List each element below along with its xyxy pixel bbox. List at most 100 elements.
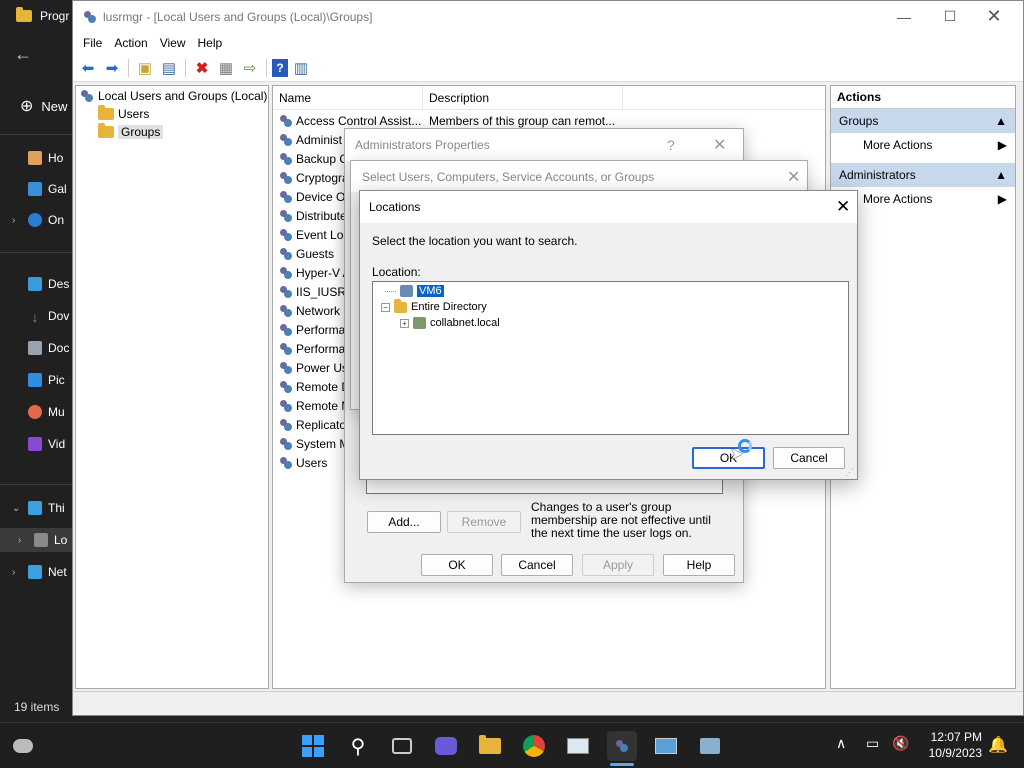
cancel-button[interactable]: Cancel	[501, 554, 573, 576]
group-icon	[279, 209, 293, 223]
group-name: Access Control Assist...	[296, 113, 422, 128]
add-button[interactable]: Add...	[367, 511, 441, 533]
remote-desktop-icon[interactable]	[695, 731, 725, 761]
location-tree-item-entire-directory[interactable]: − Entire Directory	[381, 298, 487, 315]
new-button[interactable]: ⊕ New	[20, 96, 67, 116]
back-arrow-icon[interactable]: ←	[14, 44, 40, 68]
ok-button[interactable]: OK	[421, 554, 493, 576]
lusrmgr-taskbar-icon[interactable]	[607, 731, 637, 761]
tree-item-groups[interactable]: Groups	[76, 123, 268, 141]
forward-icon[interactable]: ➡	[101, 57, 123, 79]
expand-icon[interactable]: +	[400, 318, 409, 328]
nav-item-home[interactable]: Ho	[0, 146, 72, 170]
nav-item-desktop[interactable]: Des	[0, 272, 72, 296]
location-tree[interactable]: VM6 − Entire Directory + collabnet.local	[372, 281, 849, 435]
group-icon	[279, 456, 293, 470]
tree-item-users[interactable]: Users	[76, 105, 268, 123]
tree-root[interactable]: Local Users and Groups (Local)	[76, 87, 268, 105]
chrome-icon[interactable]	[519, 731, 549, 761]
group-icon	[279, 171, 293, 185]
group-icon	[279, 361, 293, 375]
nav-item-music[interactable]: Mu	[0, 400, 72, 424]
help-icon[interactable]: ?	[272, 58, 288, 77]
locations-close-button[interactable]: ✕	[836, 197, 850, 217]
group-icon	[279, 266, 293, 280]
admin-help-button[interactable]: ?	[667, 137, 675, 153]
nav-item-onedrive[interactable]: › On	[0, 208, 72, 232]
network-tray-icon[interactable]: ▭	[866, 735, 879, 752]
group-icon	[279, 152, 293, 166]
file-explorer-icon[interactable]	[475, 731, 505, 761]
nav-item-this-pc[interactable]: ⌄ Thi	[0, 496, 72, 520]
remove-button[interactable]: Remove	[447, 511, 521, 533]
locations-ok-button[interactable]: OK	[692, 447, 765, 469]
export-list-icon[interactable]: ⇨	[239, 57, 261, 79]
more-actions-administrators[interactable]: More Actions ▶	[831, 187, 1015, 211]
nav-item-documents[interactable]: Doc	[0, 336, 72, 360]
clock-date[interactable]: 10/9/2023	[918, 746, 982, 760]
nav-item-local[interactable]: › Lo	[0, 528, 72, 552]
mmc-status-bar	[73, 691, 1023, 715]
performance-monitor-icon[interactable]	[563, 731, 593, 761]
group-icon	[279, 304, 293, 318]
group-icon	[279, 437, 293, 451]
folder-icon	[98, 123, 114, 138]
list-header: Name Description	[273, 86, 825, 110]
users-groups-icon	[80, 89, 94, 103]
location-tree-item-vm6[interactable]: VM6	[385, 283, 444, 299]
notification-bell-icon[interactable]: 🔔	[988, 735, 1008, 755]
window-title: lusrmgr - [Local Users and Groups (Local…	[103, 9, 373, 24]
collapse-icon[interactable]: −	[381, 302, 390, 312]
plus-icon: ⊕	[20, 98, 34, 115]
locations-prompt: Select the location you want to search.	[372, 234, 578, 248]
computer-icon	[28, 501, 42, 515]
minimize-button[interactable]: —	[881, 1, 927, 32]
computer-management-icon[interactable]	[651, 731, 681, 761]
meet-icon[interactable]	[431, 731, 461, 761]
task-view-icon[interactable]	[387, 731, 417, 761]
weather-icon[interactable]	[8, 731, 38, 761]
menu-file[interactable]: File	[77, 36, 108, 50]
location-tree-item-domain[interactable]: + collabnet.local	[400, 315, 500, 331]
search-icon[interactable]: ⚲	[343, 731, 373, 761]
actions-section-groups[interactable]: Groups ▲	[831, 109, 1015, 133]
select-dialog-title: Select Users, Computers, Service Account…	[362, 169, 655, 184]
more-actions-groups[interactable]: More Actions ▶	[831, 133, 1015, 157]
clock-time[interactable]: 12:07 PM	[918, 730, 982, 744]
delete-icon[interactable]: ✖	[191, 57, 213, 79]
help-button[interactable]: Help	[663, 554, 735, 576]
collapse-up-icon: ▲	[995, 114, 1007, 128]
show-action-pane-icon[interactable]: ▥	[290, 57, 312, 79]
menu-action[interactable]: Action	[108, 36, 153, 50]
nav-item-downloads[interactable]: ↓ Dov	[0, 304, 72, 328]
volume-muted-icon[interactable]: 🔇	[892, 735, 909, 752]
location-label: Location:	[372, 265, 421, 279]
resize-grip-icon[interactable]: ⋰	[845, 467, 854, 478]
close-button[interactable]: ✕	[971, 1, 1017, 32]
toolbar-separator	[266, 58, 267, 77]
admin-close-button[interactable]: ✕	[713, 135, 726, 155]
select-dialog-titlebar: Select Users, Computers, Service Account…	[351, 161, 807, 192]
properties-icon[interactable]: ▦	[215, 57, 237, 79]
nav-item-network[interactable]: › Net	[0, 560, 72, 584]
menu-help[interactable]: Help	[192, 36, 229, 50]
chevron-up-icon[interactable]: ∧	[836, 735, 846, 752]
select-close-button[interactable]: ✕	[787, 167, 800, 187]
show-hide-tree-icon[interactable]: ▤	[158, 57, 180, 79]
actions-section-administrators[interactable]: Administrators ▲	[831, 163, 1015, 187]
column-description[interactable]: Description	[423, 86, 623, 110]
music-icon	[28, 405, 42, 419]
nav-item-videos[interactable]: Vid	[0, 432, 72, 456]
column-name[interactable]: Name	[273, 86, 423, 110]
up-folder-icon[interactable]: ▣	[134, 57, 156, 79]
locations-cancel-button[interactable]: Cancel	[773, 447, 845, 469]
start-icon[interactable]	[298, 731, 328, 761]
nav-item-pictures[interactable]: Pic	[0, 368, 72, 392]
maximize-button[interactable]: ☐	[927, 1, 973, 32]
menu-bar: File Action View Help	[73, 32, 1023, 54]
menu-view[interactable]: View	[154, 36, 192, 50]
apply-button[interactable]: Apply	[582, 554, 654, 576]
group-icon	[279, 323, 293, 337]
nav-item-gallery[interactable]: Gal	[0, 177, 72, 201]
back-icon[interactable]: ⬅	[77, 57, 99, 79]
